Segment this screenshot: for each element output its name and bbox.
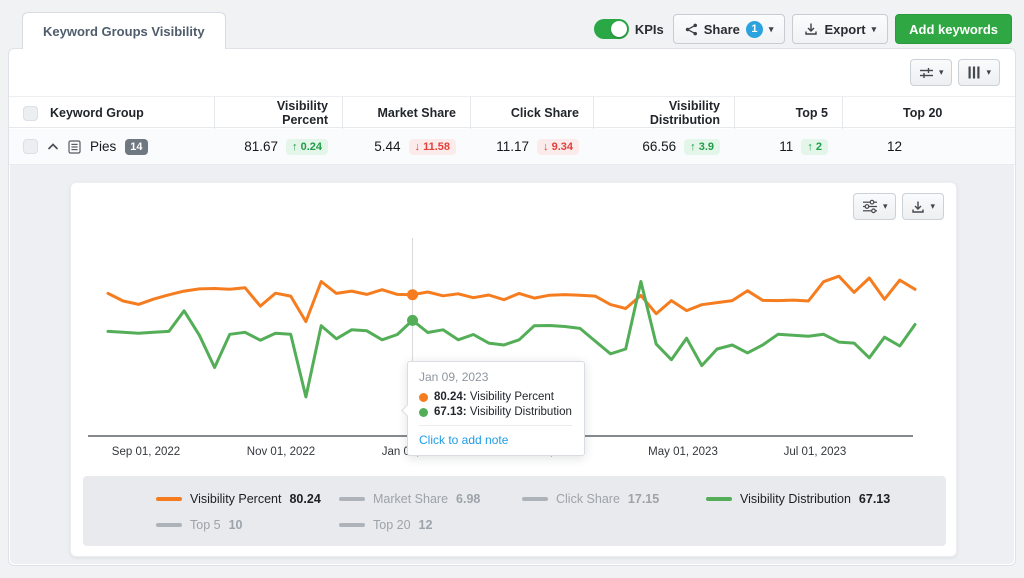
add-keywords-button[interactable]: Add keywords	[895, 14, 1012, 44]
header-click-share: Click Share	[470, 97, 593, 129]
caret-down-icon: ▾	[872, 25, 877, 34]
svg-text:Sep 01, 2022: Sep 01, 2022	[112, 446, 180, 458]
keyword-groups-card: ▾ ▾ Keyword Group Visibility Percent Mar…	[8, 48, 1016, 566]
kpis-toggle[interactable]: KPIs	[594, 19, 664, 39]
keyword-group-cell: Pies 14	[9, 139, 214, 155]
expanded-chart-section: ▾ ▾ Sep 01, 2022Nov 01, 2022Jan 01, 2023…	[10, 165, 1014, 564]
chart-card: ▾ ▾ Sep 01, 2022Nov 01, 2022Jan 01, 2023…	[70, 182, 957, 557]
legend-line-icon	[156, 523, 182, 527]
columns-icon	[967, 66, 981, 79]
metric-top-20: 12	[842, 139, 1015, 154]
chart-legend: Visibility Percent80.24 Market Share6.98…	[83, 476, 946, 546]
legend-line-icon	[339, 523, 365, 527]
share-label: Share	[704, 22, 740, 37]
legend-item-click-share[interactable]: Click Share17.15	[522, 492, 659, 506]
select-all-checkbox[interactable]	[23, 106, 38, 121]
legend-line-icon	[339, 497, 365, 501]
caret-down-icon: ▾	[939, 68, 944, 77]
table-header: Keyword Group Visibility Percent Market …	[9, 96, 1015, 128]
orange-dot-icon	[419, 393, 428, 402]
header-top-5: Top 5	[734, 97, 842, 129]
table-toolbar: ▾ ▾	[910, 59, 1000, 86]
download-icon	[911, 200, 925, 214]
metric-top-5: 11 ↑ 2	[734, 139, 842, 155]
mixer-sliders-icon	[862, 199, 878, 214]
metric-click-share: 11.17 ↓ 9.34	[470, 139, 593, 155]
tab-label: Keyword Groups Visibility	[43, 24, 205, 39]
add-note-link[interactable]: Click to add note	[419, 425, 572, 447]
header-visibility-percent: Visibility Percent	[214, 97, 342, 129]
chart-controls: ▾ ▾	[853, 193, 944, 220]
top-controls: KPIs Share 1 ▾ Export ▾ Add keywords	[594, 14, 1012, 44]
tooltip-date: Jan 09, 2023	[419, 370, 572, 384]
kpis-label: KPIs	[635, 22, 664, 37]
keyword-list-icon	[68, 140, 81, 154]
tab-keyword-groups-visibility[interactable]: Keyword Groups Visibility	[22, 12, 226, 49]
change-badge-up: ↑ 2	[801, 139, 828, 155]
row-checkbox[interactable]	[23, 139, 38, 154]
legend-line-icon	[522, 497, 548, 501]
header-keyword-group: Keyword Group	[9, 97, 214, 129]
metric-visibility-percent: 81.67 ↑ 0.24	[214, 139, 342, 155]
green-dot-icon	[419, 408, 428, 417]
svg-text:Jul 01, 2023: Jul 01, 2023	[784, 446, 847, 458]
caret-down-icon: ▾	[883, 202, 888, 211]
caret-down-icon: ▾	[769, 25, 774, 34]
change-badge-down: ↓ 11.58	[409, 139, 456, 155]
sliders-icon	[919, 66, 934, 80]
caret-down-icon: ▾	[930, 202, 935, 211]
toggle-on-icon[interactable]	[594, 19, 629, 39]
table-columns-button[interactable]: ▾	[958, 59, 1000, 86]
header-visibility-distribution: Visibility Distribution	[593, 97, 734, 129]
legend-line-icon	[706, 497, 732, 501]
collapse-chevron-up-icon[interactable]	[47, 142, 59, 151]
legend-item-top-20[interactable]: Top 2012	[339, 518, 432, 532]
change-badge-up: ↑ 3.9	[684, 139, 720, 155]
chart-download-button[interactable]: ▾	[902, 193, 944, 220]
svg-text:Nov 01, 2022: Nov 01, 2022	[247, 446, 315, 458]
change-badge-down: ↓ 9.34	[537, 139, 579, 155]
metric-market-share: 5.44 ↓ 11.58	[342, 139, 470, 155]
header-top-20: Top 20	[842, 97, 1015, 129]
share-button[interactable]: Share 1 ▾	[673, 14, 786, 44]
chart-tooltip: Jan 09, 2023 80.24: Visibility Percent 6…	[407, 361, 585, 456]
export-label: Export	[824, 22, 865, 37]
legend-line-icon	[156, 497, 182, 501]
metric-visibility-distribution: 66.56 ↑ 3.9	[593, 139, 734, 155]
header-market-share: Market Share	[342, 97, 470, 129]
table-settings-button[interactable]: ▾	[910, 59, 953, 86]
export-button[interactable]: Export ▾	[792, 14, 888, 44]
share-count-badge: 1	[746, 21, 763, 38]
tooltip-item-visibility-percent: 80.24: Visibility Percent	[419, 391, 572, 403]
keyword-count-badge: 14	[125, 139, 147, 155]
caret-down-icon: ▾	[986, 68, 991, 77]
tooltip-item-visibility-distribution: 67.13: Visibility Distribution	[419, 406, 572, 418]
legend-item-top-5[interactable]: Top 510	[156, 518, 243, 532]
legend-item-visibility-distribution[interactable]: Visibility Distribution67.13	[706, 492, 890, 506]
download-icon	[804, 22, 818, 36]
legend-item-market-share[interactable]: Market Share6.98	[339, 492, 480, 506]
chart-settings-button[interactable]: ▾	[853, 193, 897, 220]
share-icon	[685, 23, 698, 36]
change-badge-up: ↑ 0.24	[286, 139, 328, 155]
keyword-group-name: Pies	[90, 139, 116, 154]
legend-item-visibility-percent[interactable]: Visibility Percent80.24	[156, 492, 321, 506]
table-row[interactable]: Pies 14 81.67 ↑ 0.24 5.44 ↓ 11.58 11.17 …	[9, 129, 1015, 165]
svg-text:May 01, 2023: May 01, 2023	[648, 446, 718, 458]
